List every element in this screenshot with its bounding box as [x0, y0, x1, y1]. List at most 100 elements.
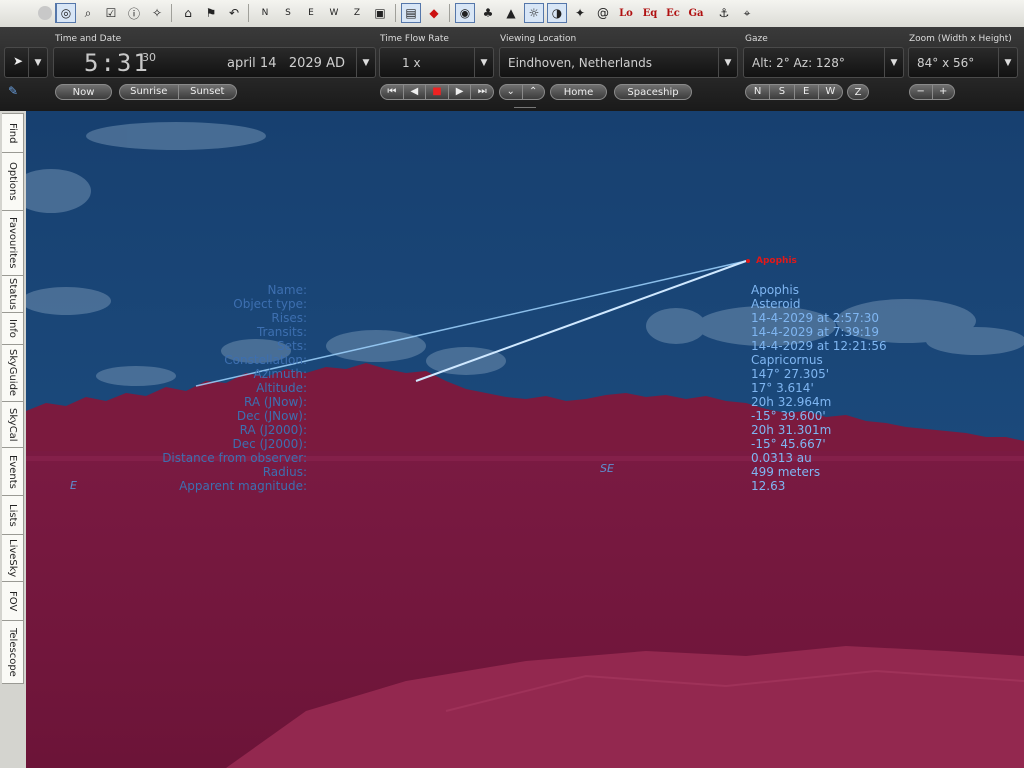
window-icon[interactable]: ▤ — [401, 3, 421, 23]
night-mode-icon[interactable]: ◑ — [547, 3, 567, 23]
view-icon[interactable]: ◎ — [56, 3, 76, 23]
sidebar-tab-skyguide[interactable]: SkyGuide — [2, 344, 24, 402]
zoom-caption: Zoom (Width x Height) — [909, 34, 1012, 44]
zoom-out-button[interactable]: − — [910, 85, 933, 99]
gaze-field[interactable]: Alt: 2° Az: 128° ▼ — [743, 47, 904, 78]
sidebar-tab-favourites[interactable]: Favourites — [2, 210, 24, 276]
toolbar-icon-0[interactable] — [35, 3, 55, 23]
spaceship-button[interactable]: Spaceship — [614, 84, 692, 100]
sidebar-tab-options[interactable]: Options — [2, 152, 24, 211]
sidebar-tab-find[interactable]: Find — [2, 113, 24, 153]
sidebar-tab-label: Events — [7, 454, 18, 489]
stars-icon[interactable]: ✦ — [570, 3, 590, 23]
local-grid-icon[interactable]: Lo — [615, 3, 637, 23]
sidebar-tab-livesky[interactable]: LiveSky — [2, 534, 24, 582]
sun-icon[interactable]: ☼ — [524, 3, 544, 23]
info-label: RA (J2000): — [239, 423, 307, 437]
gaze-east-button[interactable]: E — [795, 85, 819, 99]
time-date-field[interactable]: 5:31 30 april 14 2029 AD ▼ — [53, 47, 376, 78]
info-label: Dec (J2000): — [232, 437, 307, 451]
sidebar-tab-label: Lists — [7, 503, 18, 527]
look-south-icon[interactable]: S — [278, 3, 298, 23]
now-button[interactable]: Now — [55, 84, 112, 100]
chevron-down-icon[interactable]: ▼ — [356, 48, 375, 77]
pointer-tool-select[interactable]: ➤ ▼ — [4, 47, 48, 78]
home-icon[interactable]: ⌂ — [178, 3, 198, 23]
flag-icon[interactable]: ⚑ — [201, 3, 221, 23]
info-value: 14-4-2029 at 7:39:19 — [751, 325, 880, 339]
sidebar-tab-label: FOV — [7, 590, 18, 612]
ecliptic-grid-icon[interactable]: Ec — [662, 3, 684, 23]
chevron-down-icon[interactable]: ⌄ — [500, 85, 523, 99]
info-value: 499 meters — [751, 465, 821, 479]
sidebar-tab-label: Telescope — [7, 627, 18, 677]
location-caption: Viewing Location — [500, 34, 577, 44]
gaze-west-button[interactable]: W — [819, 85, 842, 99]
apophis-marker[interactable] — [746, 259, 750, 263]
info-label: RA (JNow): — [244, 395, 307, 409]
gaze-south-button[interactable]: S — [770, 85, 795, 99]
apophis-label[interactable]: Apophis — [756, 256, 797, 266]
sidebar-tab-label: Info — [7, 319, 18, 338]
equatorial-grid-icon[interactable]: Eq — [639, 3, 661, 23]
satellite-icon[interactable]: ⌖ — [737, 3, 757, 23]
sidebar-tab-telescope[interactable]: Telescope — [2, 620, 24, 684]
undo-icon[interactable]: ↶ — [224, 3, 244, 23]
gaze-value: Alt: 2° Az: 128° — [752, 56, 845, 70]
tree-icon[interactable]: ♣ — [478, 3, 498, 23]
sunrise-button[interactable]: Sunrise — [120, 85, 179, 99]
sidebar-tab-status[interactable]: Status — [2, 275, 24, 313]
sidebar-tab-skycal[interactable]: SkyCal — [2, 401, 24, 448]
gaze-caption: Gaze — [745, 34, 768, 44]
sidebar-tab-fov[interactable]: FOV — [2, 581, 24, 621]
at-icon[interactable]: @ — [593, 3, 613, 23]
look-west-icon[interactable]: W — [324, 3, 344, 23]
checklist-icon[interactable]: ☑ — [101, 3, 121, 23]
chevron-down-icon[interactable]: ▼ — [998, 48, 1017, 77]
info-label: Constellation: — [224, 353, 307, 367]
time-display: 5:31 — [84, 49, 150, 77]
sky-view[interactable]: Apophis E SE Name: Apophis Object type: Ast… — [26, 111, 1024, 768]
sidebar-tab-info[interactable]: Info — [2, 312, 24, 345]
gaze-north-button[interactable]: N — [746, 85, 771, 99]
seconds-display: 30 — [142, 51, 156, 64]
time-transport-group: ⏮ ◀ ■ ▶ ⏭ — [380, 84, 494, 100]
skip-back-icon[interactable]: ⏮ — [381, 85, 404, 99]
pin-icon[interactable]: ✎ — [8, 84, 18, 98]
stop-time-icon[interactable]: ■ — [426, 85, 449, 99]
chevron-up-icon[interactable]: ⌃ — [523, 85, 545, 99]
zoom-field[interactable]: 84° x 56° ▼ — [908, 47, 1018, 78]
diamond-icon[interactable]: ◆ — [424, 3, 444, 23]
time-flow-field[interactable]: 1 x ▼ — [379, 47, 494, 78]
location-field[interactable]: Eindhoven, Netherlands ▼ — [499, 47, 738, 78]
chevron-down-icon[interactable]: ▼ — [718, 48, 737, 77]
search-icon[interactable]: ⌕ — [78, 3, 98, 23]
highlight-icon[interactable]: ◉ — [455, 3, 475, 23]
look-north-icon[interactable]: N — [255, 3, 275, 23]
step-back-icon[interactable]: ◀ — [404, 85, 427, 99]
stop-icon[interactable]: ▣ — [370, 3, 390, 23]
sky-scene — [26, 111, 1024, 768]
look-east-icon[interactable]: E — [301, 3, 321, 23]
chevron-down-icon[interactable]: ▼ — [884, 48, 903, 77]
chevron-down-icon[interactable]: ▼ — [474, 48, 493, 77]
info-icon[interactable]: ⓘ — [124, 3, 144, 23]
constellation-tool-icon[interactable]: ✧ — [147, 3, 167, 23]
east-direction-label: E — [70, 479, 77, 492]
step-forward-icon[interactable]: ▶ — [449, 85, 472, 99]
home-button[interactable]: Home — [550, 84, 607, 100]
telescope-icon[interactable]: ⚓ — [714, 3, 734, 23]
galactic-grid-icon[interactable]: Ga — [685, 3, 707, 23]
gaze-zenith-button[interactable]: Z — [847, 84, 869, 100]
look-zenith-icon[interactable]: Z — [347, 3, 367, 23]
sidebar-tab-label: SkyGuide — [7, 349, 18, 397]
skip-forward-icon[interactable]: ⏭ — [471, 85, 493, 99]
zoom-in-button[interactable]: + — [933, 85, 955, 99]
horizon-icon[interactable]: ▲ — [501, 3, 521, 23]
sidebar-tab-events[interactable]: Events — [2, 447, 24, 496]
time-date-caption: Time and Date — [55, 34, 122, 44]
gaze-direction-group: N S E W — [745, 84, 843, 100]
home-label: Home — [563, 86, 594, 98]
sidebar-tab-lists[interactable]: Lists — [2, 495, 24, 535]
sunset-button[interactable]: Sunset — [179, 85, 237, 99]
